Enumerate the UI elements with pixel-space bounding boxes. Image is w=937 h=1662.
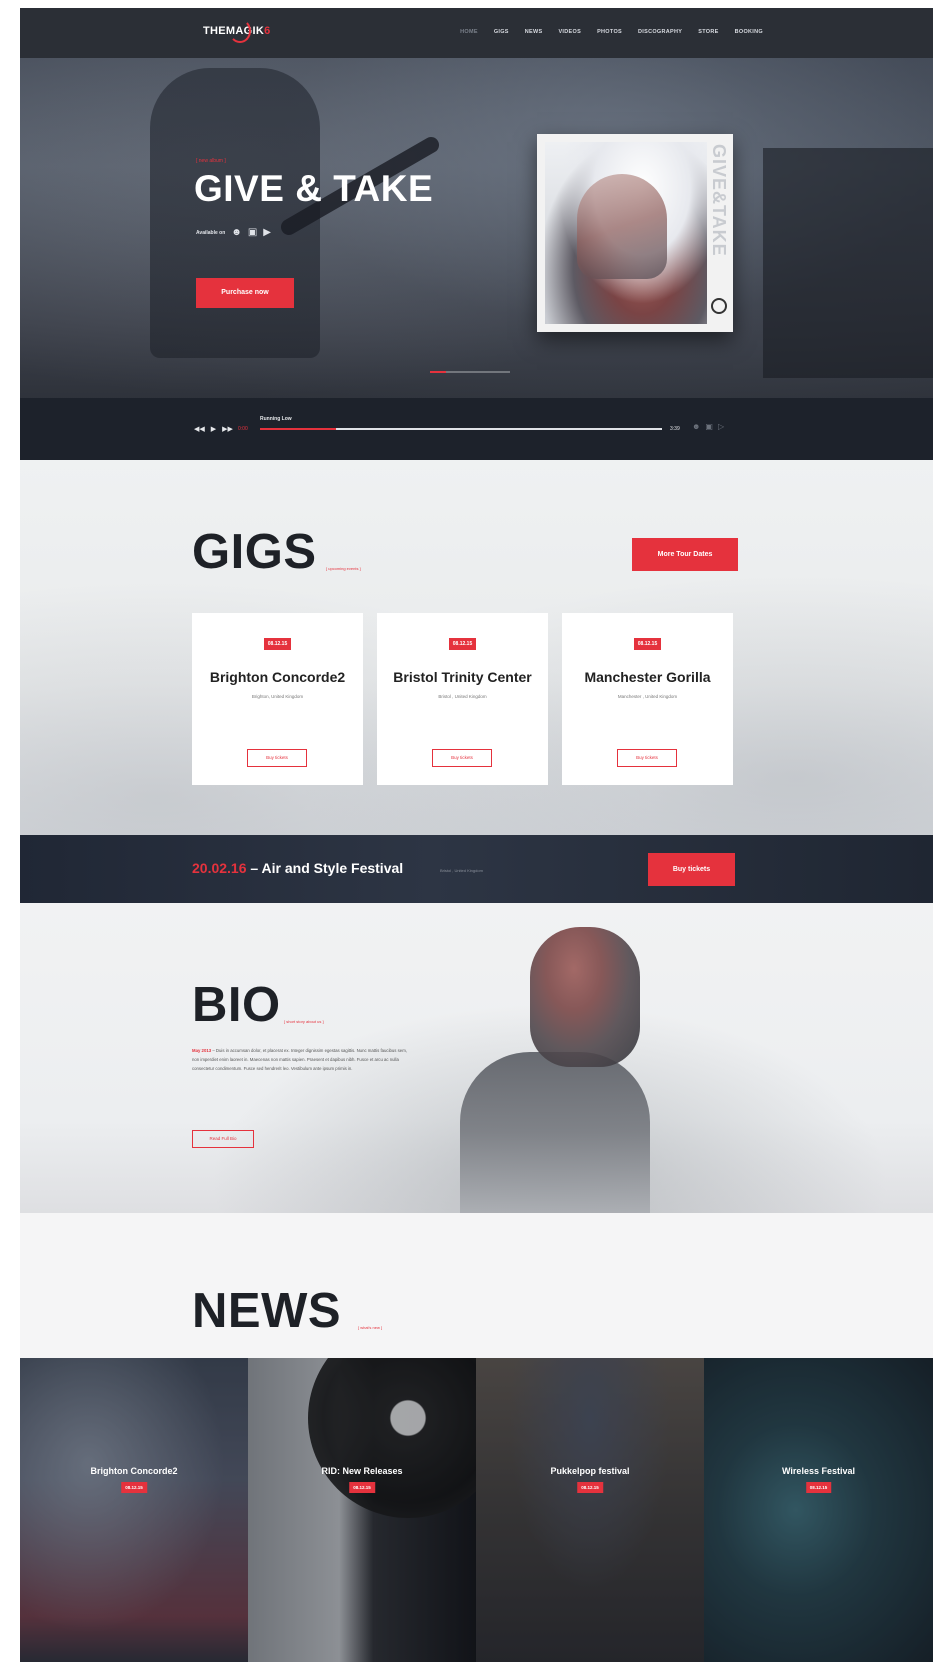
hero-tagline: [ new album ]: [196, 158, 226, 164]
gig-location: Brighton, United Kingdom: [251, 694, 304, 699]
news-card-title: Wireless Festival: [782, 1466, 855, 1476]
news-card[interactable]: Wireless Festival 08.12.15: [704, 1358, 933, 1662]
nav-item-store[interactable]: STORE: [698, 29, 718, 35]
festival-heading: 20.02.16 – Air and Style Festival: [192, 860, 403, 876]
bio-subtitle: [ short story about us ]: [284, 1019, 324, 1024]
bio-body-text: – Duis in accumsan dolor, et placerat ex…: [192, 1048, 407, 1071]
gig-card: 08.12.15 Bristol Trinity Center Bristol …: [377, 613, 548, 785]
bio-portrait-body: [460, 1052, 650, 1213]
news-overlay: [476, 1358, 704, 1662]
news-section: NEWS [ what's new ] Brighton Concorde2 0…: [20, 1213, 933, 1662]
buy-tickets-button[interactable]: Buy tickets: [432, 749, 492, 767]
person-icon[interactable]: ☻: [231, 228, 242, 238]
album-cover: GIVE&TAKE: [537, 134, 733, 332]
gigs-section: GIGS [ upcoming events ] More Tour Dates…: [20, 460, 933, 835]
gig-date: 08.12.15: [448, 638, 477, 650]
next-icon[interactable]: ▶▶: [222, 425, 233, 433]
nav-item-news[interactable]: NEWS: [525, 29, 543, 35]
festival-buy-tickets-button[interactable]: Buy tickets: [648, 853, 735, 886]
festival-date: 20.02.16: [192, 860, 247, 876]
square-icon[interactable]: ▣: [705, 422, 713, 431]
audio-player: ◀◀ ▶ ▶▶ 0:00 Running Low 3:39 ☻ ▣ ▷: [20, 398, 933, 460]
gig-location: Manchester , United Kingdom: [617, 694, 678, 699]
festival-location: Bristol , United Kingdom: [440, 868, 483, 873]
page: [ new album ] GIVE & TAKE Available on ☻…: [20, 8, 933, 1662]
news-card-date: 08.12.15: [577, 1482, 603, 1493]
news-card[interactable]: Brighton Concorde2 08.12.15: [20, 1358, 248, 1662]
more-tour-dates-button[interactable]: More Tour Dates: [632, 538, 738, 571]
play-store-icon[interactable]: ▷: [718, 422, 724, 431]
purchase-button[interactable]: Purchase now: [196, 278, 294, 308]
bio-text: May 2013 – Duis in accumsan dolor, et pl…: [192, 1046, 415, 1073]
news-card-date: 08.12.15: [349, 1482, 375, 1493]
nav-item-booking[interactable]: BOOKING: [735, 29, 763, 35]
news-overlay: [20, 1358, 248, 1662]
progress-bar[interactable]: [260, 428, 662, 430]
slider-indicator[interactable]: [430, 371, 510, 373]
buy-tickets-button[interactable]: Buy tickets: [617, 749, 677, 767]
bio-section: BIO [ short story about us ] May 2013 – …: [20, 903, 933, 1213]
news-card-date: 08.12.15: [805, 1482, 832, 1493]
album-portrait: [577, 174, 667, 279]
news-overlay: [248, 1358, 476, 1662]
track-name: Running Low: [260, 416, 292, 422]
read-full-bio-button[interactable]: Read Full Bio: [192, 1130, 254, 1148]
album-logo-badge: [711, 298, 727, 314]
gig-venue: Manchester Gorilla: [584, 669, 711, 685]
news-card-title: RID: New Releases: [321, 1466, 403, 1476]
bio-portrait-head: [530, 927, 640, 1067]
top-nav: THEMAGIK6 HOME GIGS NEWS VIDEOS PHOTOS D…: [20, 8, 933, 58]
festival-name: – Air and Style Festival: [246, 860, 404, 876]
festival-banner: 20.02.16 – Air and Style Festival Bristo…: [20, 835, 933, 903]
play-icon[interactable]: ▶: [211, 425, 216, 433]
news-card-date: 08.12.15: [121, 1482, 147, 1493]
guitarist-image: [150, 68, 320, 358]
prev-icon[interactable]: ◀◀: [194, 425, 205, 433]
gig-location: Bristol , United Kingdom: [438, 694, 487, 699]
gig-date: 08.12.15: [263, 638, 292, 650]
slider-indicator-active: [430, 371, 446, 373]
player-store-icons: ☻ ▣ ▷: [692, 422, 724, 431]
news-title: NEWS: [192, 1284, 341, 1338]
amp-image: [763, 148, 933, 378]
nav-item-photos[interactable]: PHOTOS: [597, 29, 622, 35]
bio-portrait: [450, 917, 670, 1213]
available-on: Available on ☻ ▣ ▶: [196, 228, 271, 238]
gig-date: 08.12.15: [633, 638, 662, 650]
hero-title: GIVE & TAKE: [194, 168, 434, 209]
progress-fill: [260, 428, 337, 430]
nav-item-gigs[interactable]: GIGS: [494, 29, 509, 35]
person-icon[interactable]: ☻: [692, 422, 700, 431]
gig-card: 08.12.15 Brighton Concorde2 Brighton, Un…: [192, 613, 363, 785]
news-card-title: Brighton Concorde2: [90, 1466, 178, 1476]
bio-title: BIO: [192, 978, 281, 1032]
play-store-icon[interactable]: ▶: [263, 228, 271, 238]
album-cover-title: GIVE&TAKE: [709, 144, 729, 257]
available-on-label: Available on: [196, 230, 226, 236]
nav-item-home[interactable]: HOME: [460, 29, 478, 35]
main-menu: HOME GIGS NEWS VIDEOS PHOTOS DISCOGRAPHY…: [460, 29, 763, 35]
bio-date: May 2013: [192, 1048, 212, 1053]
buy-tickets-button[interactable]: Buy tickets: [247, 749, 307, 767]
gig-venue: Bristol Trinity Center: [393, 669, 532, 685]
total-time: 3:39: [670, 426, 680, 432]
logo-accent: 6: [264, 25, 271, 37]
gigs-subtitle: [ upcoming events ]: [326, 566, 361, 571]
news-card[interactable]: Pukkelpop festival 08.12.15: [476, 1358, 704, 1662]
player-controls: ◀◀ ▶ ▶▶: [194, 425, 233, 433]
hero-section: [ new album ] GIVE & TAKE Available on ☻…: [20, 8, 933, 460]
current-time: 0:00: [238, 426, 248, 432]
news-overlay: [704, 1358, 933, 1662]
nav-item-videos[interactable]: VIDEOS: [558, 29, 581, 35]
news-card-title: Pukkelpop festival: [550, 1466, 630, 1476]
gig-venue: Brighton Concorde2: [209, 669, 346, 685]
news-subtitle: [ what's new ]: [358, 1325, 383, 1330]
square-icon[interactable]: ▣: [248, 228, 257, 238]
logo-swoosh-icon: [229, 19, 251, 43]
news-card[interactable]: RID: New Releases 08.12.15: [248, 1358, 476, 1662]
nav-item-discography[interactable]: DISCOGRAPHY: [638, 29, 682, 35]
gig-card: 08.12.15 Manchester Gorilla Manchester ,…: [562, 613, 733, 785]
gigs-title: GIGS: [192, 525, 317, 579]
